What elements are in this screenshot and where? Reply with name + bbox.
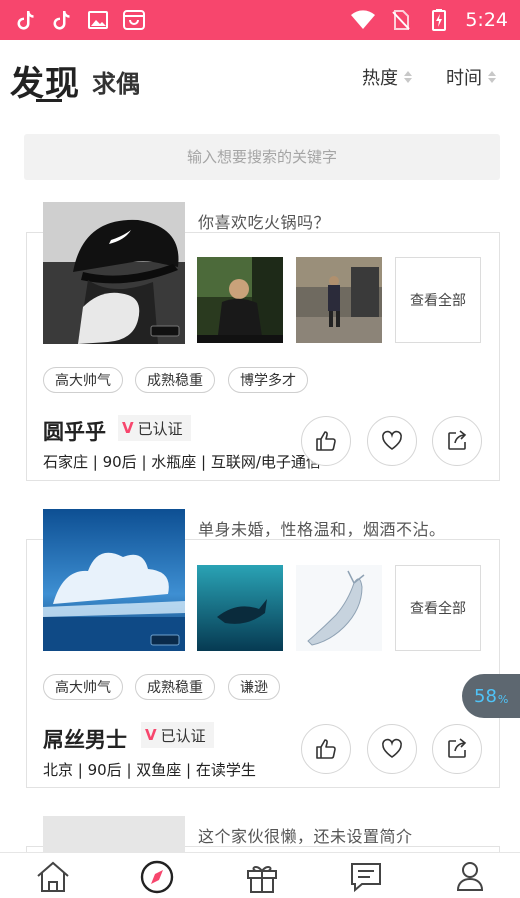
thumbs-up-icon <box>316 431 336 451</box>
verified-badge: V 已认证 <box>118 415 191 441</box>
verified-badge: V 已认证 <box>141 722 214 748</box>
page-subtitle: 求偶 <box>92 70 140 98</box>
title-underline <box>36 99 62 102</box>
favorite-button[interactable] <box>367 416 417 466</box>
nav-messages[interactable] <box>346 857 386 897</box>
sort-hot-button[interactable]: 热度 <box>362 64 412 90</box>
page-title: 发现 <box>10 64 80 104</box>
sort-time-label: 时间 <box>446 68 482 89</box>
compass-icon <box>140 860 174 894</box>
progress-value: 58 <box>474 685 497 707</box>
profile-name[interactable]: 屌丝男士 <box>43 724 127 754</box>
profile-tag: 高大帅气 <box>43 674 123 700</box>
bottom-nav <box>0 852 520 898</box>
no-sim-icon <box>389 8 413 32</box>
share-icon <box>448 738 467 758</box>
nav-gift[interactable] <box>242 857 282 897</box>
share-button[interactable] <box>432 416 482 466</box>
tiktok-icon <box>14 8 38 32</box>
like-button[interactable] <box>301 724 351 774</box>
thumbs-up-icon <box>316 739 336 759</box>
search-input[interactable] <box>24 134 500 180</box>
photo-thumbnail[interactable] <box>197 565 283 651</box>
profile-quote: 这个家伙很懒，还未设置简介 <box>198 827 413 846</box>
wifi-icon <box>351 8 376 32</box>
like-button[interactable] <box>301 416 351 466</box>
verified-icon: V <box>122 419 134 437</box>
profile-tag: 谦逊 <box>228 674 280 700</box>
floating-progress-badge[interactable]: 58% <box>462 674 520 718</box>
avatar[interactable] <box>43 816 185 852</box>
heart-icon <box>382 738 402 758</box>
profile-quote: 单身未婚，性格温和，烟酒不沾。 <box>198 520 446 539</box>
photo-thumbnail[interactable] <box>296 257 382 343</box>
battery-charging-icon <box>427 8 451 32</box>
favorite-button[interactable] <box>367 724 417 774</box>
home-icon <box>37 861 69 892</box>
view-all-button[interactable]: 查看全部 <box>395 565 481 651</box>
profile-name[interactable]: 圆乎乎 <box>43 416 106 446</box>
image-icon <box>86 8 110 32</box>
profile-quote: 你喜欢吃火锅吗？ <box>198 213 331 232</box>
message-icon <box>351 863 381 893</box>
verified-icon: V <box>145 726 157 744</box>
nav-home[interactable] <box>33 857 73 897</box>
profile-tag: 成熟稳重 <box>135 367 215 393</box>
status-time: 5:24 <box>465 9 508 31</box>
heart-icon <box>382 430 402 450</box>
profile-info: 石家庄 | 90后 | 水瓶座 | 互联网/电子通信 <box>43 453 321 471</box>
sort-time-button[interactable]: 时间 <box>446 64 496 90</box>
profile-tag: 成熟稳重 <box>135 674 215 700</box>
tiktok-icon <box>50 8 74 32</box>
nav-discover[interactable] <box>137 857 177 897</box>
verified-label: 已认证 <box>137 419 183 438</box>
verified-label: 已认证 <box>160 726 206 745</box>
progress-unit: % <box>497 692 509 706</box>
share-button[interactable] <box>432 724 482 774</box>
photo-thumbnail[interactable] <box>296 565 382 651</box>
avatar[interactable] <box>43 509 185 651</box>
profile-tag: 高大帅气 <box>43 367 123 393</box>
nav-profile[interactable] <box>450 857 490 897</box>
page-header: 发现 求偶 热度 时间 <box>0 40 520 120</box>
shopping-bag-icon <box>122 8 146 32</box>
view-all-button[interactable]: 查看全部 <box>395 257 481 343</box>
profile-icon <box>456 862 484 891</box>
photo-thumbnail[interactable] <box>197 257 283 343</box>
profile-info: 北京 | 90后 | 双鱼座 | 在读学生 <box>43 761 256 779</box>
sort-hot-label: 热度 <box>362 68 398 89</box>
gift-icon <box>247 865 277 893</box>
sort-arrows-icon <box>404 71 412 83</box>
status-bar: 5:24 <box>0 0 520 40</box>
sort-arrows-icon <box>488 71 496 83</box>
share-icon <box>448 430 467 450</box>
avatar[interactable] <box>43 202 185 344</box>
profile-tag: 博学多才 <box>228 367 308 393</box>
